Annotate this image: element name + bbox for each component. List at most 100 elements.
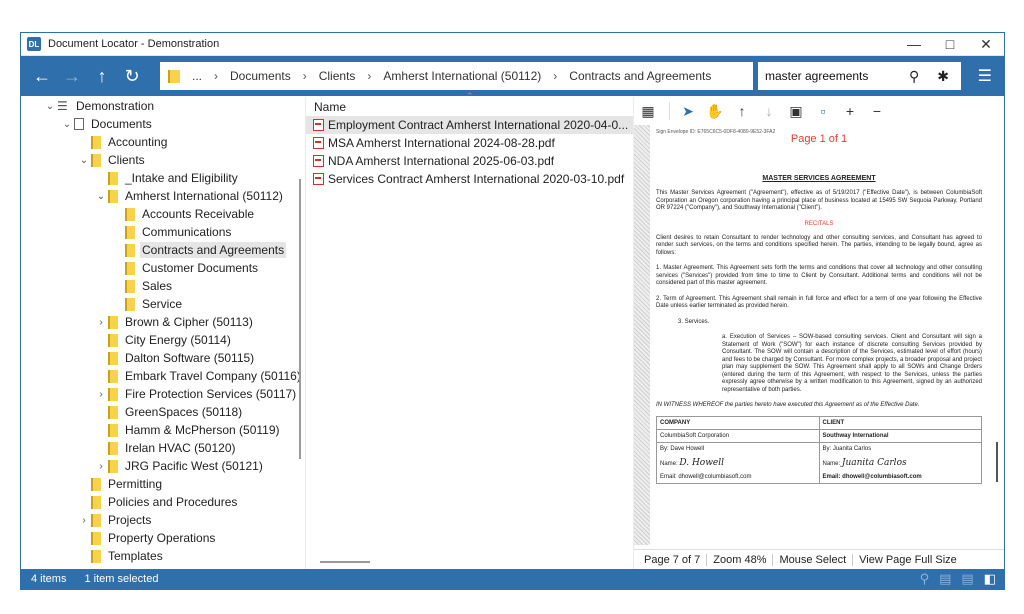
folder-icon — [108, 171, 118, 185]
search-panel-icon[interactable]: ⚲ — [920, 571, 930, 587]
refresh-icon[interactable]: ↻ — [117, 61, 147, 91]
breadcrumb-item-contracts[interactable]: Contracts and Agreements — [569, 69, 711, 83]
tree-item[interactable]: › Fire Protection Services (50117) — [21, 385, 305, 403]
chevron-right-icon[interactable]: › — [94, 461, 108, 472]
chevron-right-icon[interactable]: › — [77, 515, 91, 526]
search-input[interactable] — [765, 69, 905, 83]
tree-item-label: Accounts Receivable — [142, 207, 255, 221]
tree-item-label: Hamm & McPherson (50119) — [125, 423, 280, 437]
zoom-out-icon[interactable]: − — [865, 99, 889, 123]
chevron-down-icon[interactable]: ⌄ — [43, 101, 57, 112]
tree-item[interactable]: _Intake and Eligibility — [21, 169, 305, 187]
chevron-right-icon[interactable]: › — [94, 317, 108, 328]
tree-item[interactable]: ⌄ Amherst International (50112) — [21, 187, 305, 205]
close-button[interactable]: ✕ — [968, 33, 1004, 56]
tree-item[interactable]: › Brown & Cipher (50113) — [21, 313, 305, 331]
zoom-level[interactable]: Zoom 48% — [707, 553, 774, 566]
tree-item-label: Sales — [142, 279, 173, 293]
signature-table: COMPANY CLIENT ColumbiaSoft Corporation … — [656, 415, 982, 484]
previous-page-icon[interactable]: ↑ — [730, 99, 754, 123]
minimize-button[interactable]: — — [896, 33, 932, 56]
tree-item[interactable]: City Energy (50114) — [21, 331, 305, 349]
pointer-select-icon[interactable]: ➤ — [676, 99, 700, 123]
tree-item[interactable]: Customer Documents — [21, 259, 305, 277]
tree-item[interactable]: ⌄ Documents — [21, 115, 305, 133]
tree-item[interactable]: Dalton Software (50115) — [21, 349, 305, 367]
chevron-down-icon[interactable]: ⌄ — [77, 155, 91, 166]
grid-view-icon[interactable]: ▦ — [636, 99, 660, 123]
tree-item-label: Contracts and Agreements — [140, 242, 287, 258]
breadcrumb-item-amherst[interactable]: Amherst International (50112) — [383, 69, 541, 83]
maximize-button[interactable]: □ — [932, 33, 968, 56]
pdf-icon — [313, 173, 324, 185]
back-arrow-icon[interactable]: ← — [27, 61, 57, 91]
tree-item[interactable]: Templates — [21, 547, 305, 565]
file-rows: Employment Contract Amherst Internationa… — [306, 116, 633, 188]
tree-item[interactable]: Hamm & McPherson (50119) — [21, 421, 305, 439]
breadcrumb-item-documents[interactable]: Documents — [230, 69, 291, 83]
app-window: DL Document Locator - Demonstration — □ … — [20, 32, 1005, 590]
fit-page-icon[interactable]: ▣ — [784, 99, 808, 123]
status-bar: 4 items 1 item selected ⚲ ▤ ▤ ◧ — [21, 569, 1004, 589]
file-row[interactable]: MSA Amherst International 2024-08-28.pdf — [306, 134, 633, 152]
file-row[interactable]: Services Contract Amherst International … — [306, 170, 633, 188]
file-row[interactable]: Employment Contract Amherst Internationa… — [306, 116, 633, 134]
selection-count: 1 item selected — [84, 573, 159, 585]
view-mode[interactable]: View Page Full Size — [853, 554, 963, 566]
pan-hand-icon[interactable]: ✋ — [703, 99, 727, 123]
clause-services-a: a. Execution of Services – SOW-based con… — [722, 334, 982, 393]
tree-item[interactable]: Service — [21, 295, 305, 313]
tree-item[interactable]: ⌄ Clients — [21, 151, 305, 169]
name-column-header[interactable]: ⌃ Name — [306, 91, 633, 116]
tree-item[interactable]: Irelan HVAC (50120) — [21, 439, 305, 457]
tree-item[interactable]: Property Operations — [21, 529, 305, 547]
clause-term: 2. Term of Agreement. This Agreement sha… — [656, 295, 982, 310]
tree-item[interactable]: Communications — [21, 223, 305, 241]
preview-scrollbar[interactable] — [996, 442, 998, 482]
tree-item[interactable]: Accounting — [21, 133, 305, 151]
tree-item[interactable]: Sales — [21, 277, 305, 295]
pane-splitter[interactable] — [634, 125, 650, 545]
preview-toolbar: ▦ ➤ ✋ ↑ ↓ ▣ ▫ + − — [634, 97, 1004, 125]
breadcrumb-ellipsis[interactable]: ... — [192, 69, 202, 83]
tree-item[interactable]: GreenSpaces (50118) — [21, 403, 305, 421]
file-row[interactable]: NDA Amherst International 2025-06-03.pdf — [306, 152, 633, 170]
file-name: NDA Amherst International 2025-06-03.pdf — [328, 154, 555, 168]
tree-item[interactable]: Policies and Procedures — [21, 493, 305, 511]
tree-item[interactable]: › Projects — [21, 511, 305, 529]
next-page-icon[interactable]: ↓ — [757, 99, 781, 123]
tree-item[interactable]: Permitting — [21, 475, 305, 493]
file-list-scrollbar[interactable] — [320, 561, 370, 563]
preview-panel-icon[interactable]: ◧ — [984, 571, 996, 587]
tree-item-label: Dalton Software (50115) — [125, 351, 255, 365]
toolbar: ← → ↑ ↻ ... › Documents › Clients › Amhe… — [21, 56, 1004, 96]
sort-caret-icon: ⌃ — [466, 91, 474, 101]
hamburger-menu-icon[interactable]: ☰ — [978, 66, 992, 86]
up-arrow-icon[interactable]: ↑ — [87, 61, 117, 91]
chevron-down-icon[interactable]: ⌄ — [94, 191, 108, 202]
tree-item[interactable]: Contracts and Agreements — [21, 241, 305, 259]
tree-item[interactable]: Accounts Receivable — [21, 205, 305, 223]
search-icon[interactable]: ⚲ — [909, 68, 919, 85]
tree-item[interactable]: › JRG Pacific West (50121) — [21, 457, 305, 475]
forward-arrow-icon[interactable]: → — [57, 61, 87, 91]
document-title: MASTER SERVICES AGREEMENT — [762, 175, 876, 182]
breadcrumb[interactable]: ... › Documents › Clients › Amherst Inte… — [160, 62, 753, 90]
folder-icon — [108, 459, 118, 473]
gear-icon[interactable]: ✱ — [937, 68, 949, 85]
zoom-in-icon[interactable]: + — [838, 99, 862, 123]
tree-scrollbar[interactable] — [299, 179, 301, 459]
breadcrumb-item-clients[interactable]: Clients — [319, 69, 356, 83]
folder-icon — [91, 135, 101, 149]
details-panel-icon[interactable]: ▤ — [961, 571, 973, 587]
chevron-right-icon[interactable]: › — [94, 389, 108, 400]
file-name: MSA Amherst International 2024-08-28.pdf — [328, 136, 555, 150]
full-page-icon[interactable]: ▫ — [811, 99, 835, 123]
tree-item[interactable]: Embark Travel Company (50116) — [21, 367, 305, 385]
mouse-mode[interactable]: Mouse Select — [773, 553, 854, 566]
company-signature-block: By: Dave Howell Name: D. Howell Email: d… — [656, 441, 820, 484]
tree-item[interactable]: ⌄ ☰ Demonstration — [21, 97, 305, 115]
pdf-icon — [313, 119, 324, 131]
properties-panel-icon[interactable]: ▤ — [939, 571, 951, 587]
chevron-down-icon[interactable]: ⌄ — [60, 119, 74, 130]
